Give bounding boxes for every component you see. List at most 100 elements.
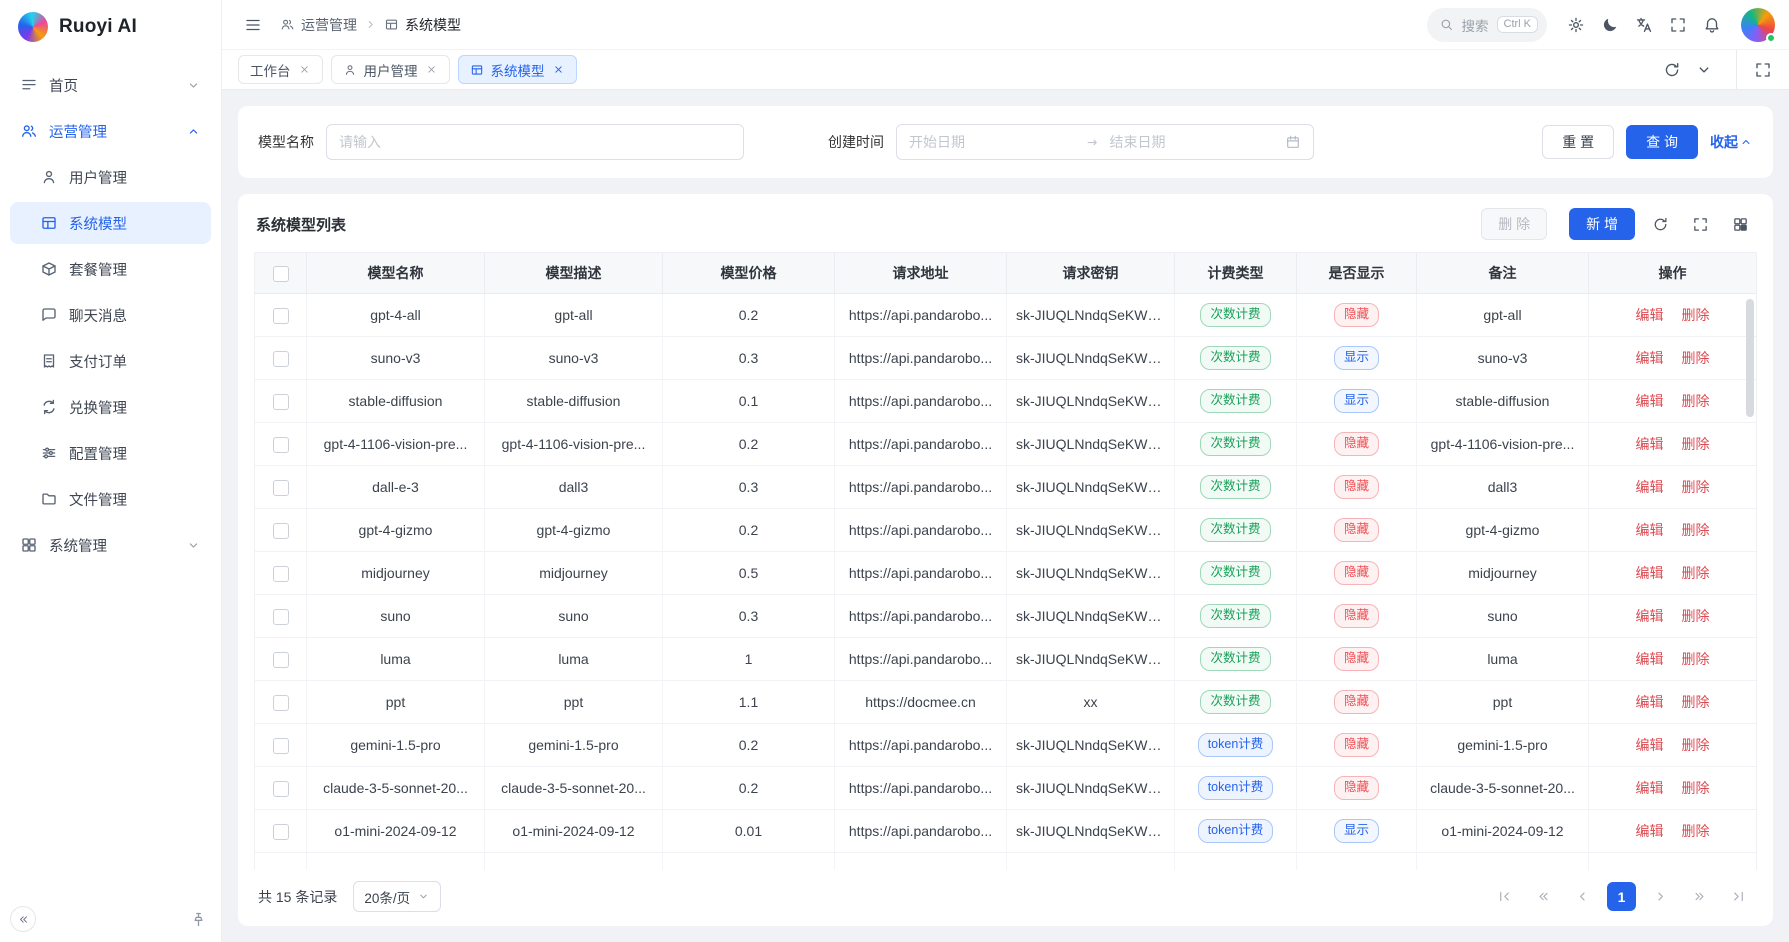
visibility-badge: 隐藏 [1334, 561, 1379, 585]
sidebar-item-payment-orders[interactable]: 支付订单 [10, 340, 211, 382]
query-button[interactable]: 查 询 [1626, 125, 1698, 159]
avatar[interactable] [1741, 8, 1775, 42]
delete-link[interactable]: 删除 [1682, 608, 1710, 624]
edit-link[interactable]: 编辑 [1636, 565, 1664, 581]
row-checkbox[interactable] [273, 738, 289, 754]
table-refresh-button[interactable] [1645, 209, 1675, 239]
translate-button[interactable] [1627, 8, 1661, 42]
edit-link[interactable]: 编辑 [1636, 651, 1664, 667]
delete-link[interactable]: 删除 [1682, 479, 1710, 495]
delete-link[interactable]: 删除 [1682, 307, 1710, 323]
delete-link[interactable]: 删除 [1682, 565, 1710, 581]
edit-link[interactable]: 编辑 [1636, 522, 1664, 538]
edit-link[interactable]: 编辑 [1636, 350, 1664, 366]
close-icon[interactable] [298, 63, 311, 76]
next-5-pages-button[interactable] [1685, 882, 1714, 911]
model-name-input[interactable] [339, 134, 731, 150]
row-checkbox[interactable] [273, 351, 289, 367]
delete-link[interactable]: 删除 [1682, 393, 1710, 409]
delete-link[interactable]: 删除 [1682, 651, 1710, 667]
moon-button[interactable] [1593, 8, 1627, 42]
delete-link[interactable]: 删除 [1682, 350, 1710, 366]
page-1-button[interactable]: 1 [1607, 882, 1636, 911]
row-checkbox[interactable] [273, 480, 289, 496]
batch-delete-button[interactable]: 删 除 [1481, 208, 1547, 240]
billing-type-badge: token计费 [1198, 733, 1274, 757]
delete-link[interactable]: 删除 [1682, 522, 1710, 538]
prev-5-pages-button[interactable] [1529, 882, 1558, 911]
edit-link[interactable]: 编辑 [1636, 737, 1664, 753]
edit-link[interactable]: 编辑 [1636, 307, 1664, 323]
cell-remark: suno-v3 [1417, 337, 1589, 380]
content-fullscreen-button[interactable] [1747, 53, 1779, 87]
sidebar-item-exchange-management[interactable]: 兑换管理 [10, 386, 211, 428]
close-icon[interactable] [425, 63, 438, 76]
row-checkbox[interactable] [273, 394, 289, 410]
edit-link[interactable]: 编辑 [1636, 608, 1664, 624]
calendar-icon[interactable] [1285, 134, 1301, 150]
end-date-input[interactable] [1110, 134, 1276, 150]
column-settings-button[interactable] [1725, 209, 1755, 239]
table-fullscreen-button[interactable] [1685, 209, 1715, 239]
edit-link[interactable]: 编辑 [1636, 436, 1664, 452]
delete-link[interactable]: 删除 [1682, 737, 1710, 753]
row-checkbox[interactable] [273, 437, 289, 453]
row-checkbox[interactable] [273, 652, 289, 668]
breadcrumb-item[interactable]: 运营管理 [280, 15, 357, 35]
cell-model-price: 0.2 [663, 724, 835, 767]
sidebar-item-user-management[interactable]: 用户管理 [10, 156, 211, 198]
edit-link[interactable]: 编辑 [1636, 694, 1664, 710]
page-size-select[interactable]: 20条/页 [353, 881, 441, 912]
delete-link[interactable]: 删除 [1682, 694, 1710, 710]
sidebar-item-home[interactable]: 首页 [10, 64, 211, 106]
row-checkbox[interactable] [273, 308, 289, 324]
fullscreen-button[interactable] [1661, 8, 1695, 42]
add-button[interactable]: 新 增 [1569, 208, 1635, 240]
select-all-checkbox[interactable] [273, 266, 289, 282]
sidebar-item-config-management[interactable]: 配置管理 [10, 432, 211, 474]
sidebar-item-package-management[interactable]: 套餐管理 [10, 248, 211, 290]
row-checkbox[interactable] [273, 609, 289, 625]
delete-link[interactable]: 删除 [1682, 436, 1710, 452]
global-search[interactable]: 搜索 Ctrl K [1427, 8, 1548, 42]
tab-workbench[interactable]: 工作台 [238, 55, 323, 84]
close-icon[interactable] [552, 63, 565, 76]
edit-link[interactable]: 编辑 [1636, 780, 1664, 796]
tab-system-model[interactable]: 系统模型 [458, 55, 577, 84]
edit-link[interactable]: 编辑 [1636, 479, 1664, 495]
sidebar-item-system-model[interactable]: 系统模型 [10, 202, 211, 244]
row-checkbox[interactable] [273, 695, 289, 711]
gear-button[interactable] [1559, 8, 1593, 42]
sidebar-item-chat-messages[interactable]: 聊天消息 [10, 294, 211, 336]
next-page-button[interactable] [1646, 882, 1675, 911]
row-checkbox[interactable] [273, 566, 289, 582]
tabs-menu-button[interactable] [1688, 53, 1720, 87]
first-page-button[interactable] [1490, 882, 1519, 911]
delete-link[interactable]: 删除 [1682, 823, 1710, 839]
sidebar-item-system-management[interactable]: 系统管理 [10, 524, 211, 566]
delete-link[interactable]: 删除 [1682, 780, 1710, 796]
cell-remark: ppt [1417, 681, 1589, 724]
table-row: claude-3-5-sonnet-20...claude-3-5-sonnet… [255, 767, 1756, 810]
sidebar-item-file-management[interactable]: 文件管理 [10, 478, 211, 520]
pin-icon[interactable] [190, 911, 207, 928]
start-date-input[interactable] [909, 134, 1075, 150]
tabs-refresh-button[interactable] [1656, 53, 1688, 87]
sidebar-collapse-button[interactable] [10, 906, 36, 932]
menu-toggle-button[interactable] [236, 8, 270, 42]
edit-link[interactable]: 编辑 [1636, 393, 1664, 409]
cell-request-key: sk-JIUQLNndqSeKWU... [1007, 423, 1175, 466]
collapse-filter-link[interactable]: 收起 [1710, 132, 1753, 152]
bell-button[interactable] [1695, 8, 1729, 42]
scrollbar-thumb[interactable] [1746, 299, 1754, 417]
prev-page-button[interactable] [1568, 882, 1597, 911]
breadcrumb-item[interactable]: 系统模型 [384, 15, 461, 35]
sidebar-item-operations[interactable]: 运营管理 [10, 110, 211, 152]
reset-button[interactable]: 重 置 [1542, 125, 1614, 159]
row-checkbox[interactable] [273, 523, 289, 539]
row-checkbox[interactable] [273, 824, 289, 840]
last-page-button[interactable] [1724, 882, 1753, 911]
row-checkbox[interactable] [273, 781, 289, 797]
edit-link[interactable]: 编辑 [1636, 823, 1664, 839]
tab-user-management[interactable]: 用户管理 [331, 55, 450, 84]
